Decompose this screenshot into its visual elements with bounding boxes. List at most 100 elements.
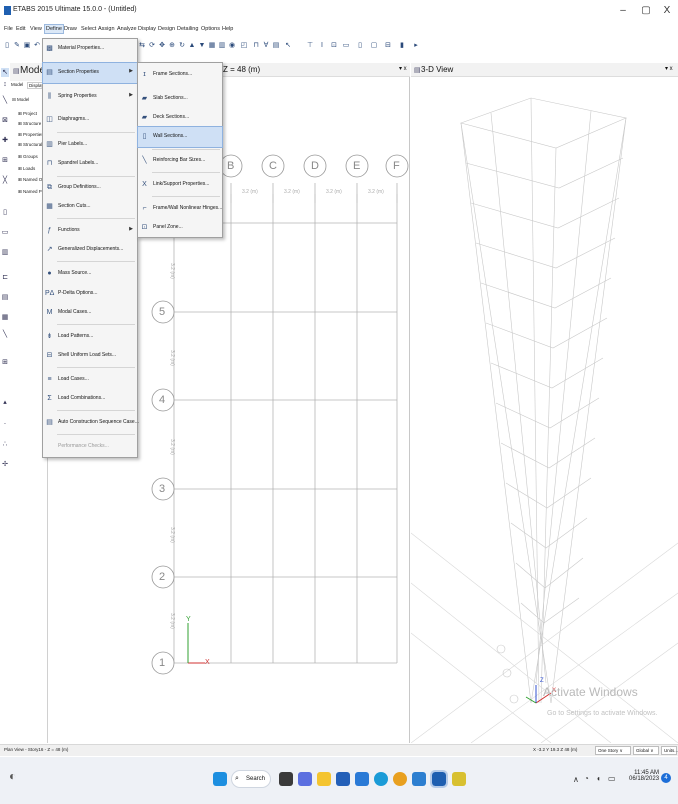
view-options-icon[interactable]: ◰: [240, 41, 248, 50]
draw-dimension-icon[interactable]: ▮: [398, 41, 406, 50]
redo-icon[interactable]: ⇆: [138, 41, 146, 50]
crosshair-tool-icon[interactable]: ✚: [1, 136, 9, 145]
menu-item-spring-properties[interactable]: ⫼ Spring Properties ▶: [43, 87, 137, 107]
draw-slab-icon[interactable]: ▭: [342, 41, 350, 50]
cross-tool-icon[interactable]: ╳: [1, 176, 9, 185]
fem-icon[interactable]: ∀: [262, 41, 270, 50]
submenu-item-deck-sections[interactable]: ▰ Deck Sections...: [138, 108, 222, 128]
draw-wall-icon[interactable]: ▯: [356, 41, 364, 50]
plan-icon[interactable]: ▦: [208, 41, 216, 50]
rotate-icon[interactable]: ↻: [178, 41, 186, 50]
menu-item-generalized-displacements[interactable]: ↗ Generalized Displacements...: [43, 240, 137, 260]
menu-options[interactable]: Options: [200, 25, 221, 33]
reshape-tool-icon[interactable]: ↕: [1, 80, 9, 89]
snap3-icon[interactable]: ✢: [1, 460, 9, 469]
submenu-item-reinforcing-bar-sizes[interactable]: ╲ Reinforcing Bar Sizes...: [138, 151, 222, 171]
menu-item-section-properties[interactable]: ▤ Section Properties ▶: [42, 62, 138, 84]
draw-reference-icon[interactable]: ▸: [412, 41, 420, 50]
edge-browser-icon[interactable]: [374, 772, 388, 786]
widgets-icon[interactable]: [298, 772, 312, 786]
tree-item[interactable]: ⊞ Groups: [18, 154, 38, 160]
grid-tool-icon[interactable]: ⊞: [1, 156, 9, 165]
submenu-item-link-support-properties[interactable]: X Link/Support Properties...: [138, 175, 222, 195]
open-icon[interactable]: ✎: [13, 41, 21, 50]
new-model-icon[interactable]: ▯: [3, 41, 11, 50]
tree-item[interactable]: ⊞ Structural: [18, 142, 42, 148]
menu-item-mass-source[interactable]: ● Mass Source...: [43, 264, 137, 284]
submenu-item-frame-wall-hinges[interactable]: ⌐ Frame/Wall Nonlinear Hinges...: [138, 199, 222, 219]
zoom-icon[interactable]: ⊕: [168, 41, 176, 50]
menu-draw[interactable]: Draw: [63, 25, 78, 33]
weather-icon[interactable]: ◐: [9, 769, 16, 783]
menu-item-material-properties[interactable]: ▩ Material Properties...: [43, 39, 137, 59]
tab-model[interactable]: Model: [11, 82, 23, 87]
taskbar-clock[interactable]: 11:45 AM 06/18/2023: [629, 770, 659, 782]
submenu-item-slab-sections[interactable]: ▰ Slab Sections...: [138, 89, 222, 109]
menu-item-spandrel-labels[interactable]: ⊓ Spandrel Labels...: [43, 154, 137, 174]
point-tool-icon[interactable]: ▴: [1, 398, 9, 407]
menu-item-load-cases[interactable]: ≡ Load Cases...: [43, 370, 137, 390]
menu-design[interactable]: Design: [157, 25, 176, 33]
volume-icon[interactable]: ◖: [596, 774, 601, 783]
menu-edit[interactable]: Edit: [15, 25, 26, 33]
pan-icon[interactable]: ✥: [158, 41, 166, 50]
menu-item-diaphragms[interactable]: ◫ Diaphragms...: [43, 110, 137, 130]
3d-view-panel[interactable]: ▤ 3-D View ▾ x X Z: [411, 63, 678, 743]
table-tool-icon[interactable]: ⊞: [1, 358, 9, 367]
task-view-icon[interactable]: [279, 772, 293, 786]
snap2-icon[interactable]: ∴: [1, 440, 9, 449]
menu-item-section-cuts[interactable]: ▦ Section Cuts...: [43, 197, 137, 217]
draw-brace-icon[interactable]: ⊡: [330, 41, 338, 50]
select-pointer-icon[interactable]: ↖: [284, 41, 292, 50]
restore-button[interactable]: ▢: [637, 4, 655, 18]
refresh-icon[interactable]: ⟳: [148, 41, 156, 50]
store-icon[interactable]: [336, 772, 350, 786]
rect-tool-icon[interactable]: ▭: [1, 228, 9, 237]
spandrel-tool-icon[interactable]: ▦: [1, 313, 9, 322]
tree-item[interactable]: ⊟ Model: [12, 97, 29, 103]
etabs-taskbar-icon[interactable]: [430, 770, 448, 788]
frame-draw-icon[interactable]: ⊓: [252, 41, 260, 50]
menu-display[interactable]: Display: [137, 25, 157, 33]
line-tool-icon[interactable]: ╲: [1, 96, 9, 105]
story-select[interactable]: One Story ∨: [595, 746, 631, 755]
menu-item-pdelta-options[interactable]: PΔ P-Delta Options...: [43, 284, 137, 304]
up-story-icon[interactable]: ▲: [188, 41, 196, 50]
minimize-button[interactable]: –: [614, 4, 632, 18]
tree-item[interactable]: ⊞ Structure: [18, 121, 41, 127]
draw-beam-icon[interactable]: ⊤: [306, 41, 314, 50]
pier-tool-icon[interactable]: ▤: [1, 293, 9, 302]
draw-column-icon[interactable]: I: [318, 41, 326, 50]
menu-analyze[interactable]: Analyze: [116, 25, 138, 33]
elevation-icon[interactable]: ▥: [218, 41, 226, 50]
calculator-icon[interactable]: [412, 772, 426, 786]
save-icon[interactable]: ▣: [23, 41, 31, 50]
pointer-tool-icon[interactable]: ↖: [1, 68, 9, 77]
tree-item[interactable]: ⊞ Named O: [18, 177, 42, 183]
submenu-item-panel-zone[interactable]: ⊡ Panel Zone...: [138, 218, 222, 238]
hook-tool-icon[interactable]: ⊏: [1, 273, 9, 282]
draw-opening-icon[interactable]: ▢: [370, 41, 378, 50]
snap1-icon[interactable]: ⋅: [1, 420, 9, 429]
coordinate-system-select[interactable]: Global ∨: [633, 746, 659, 755]
menu-item-auto-construction-sequence[interactable]: ▤ Auto Construction Sequence Case...: [43, 413, 139, 433]
menu-detailing[interactable]: Detailing: [176, 25, 199, 33]
draw-pier-icon[interactable]: ⊟: [384, 41, 392, 50]
submenu-item-wall-sections[interactable]: ▯ Wall Sections...: [137, 126, 223, 148]
menu-item-shell-uniform-load-sets[interactable]: ⊟ Shell Uniform Load Sets...: [43, 346, 137, 366]
notes-icon[interactable]: [452, 772, 466, 786]
units-button[interactable]: Units...: [661, 746, 678, 755]
chart-icon[interactable]: ▤: [272, 41, 280, 50]
area-tool-icon[interactable]: ▯: [1, 208, 9, 217]
menu-item-load-combinations[interactable]: Σ Load Combinations...: [43, 389, 137, 409]
slash-tool-icon[interactable]: ╲: [1, 330, 9, 339]
box-tool-icon[interactable]: ⊠: [1, 116, 9, 125]
menu-select[interactable]: Select: [80, 25, 97, 33]
down-story-icon[interactable]: ▼: [198, 41, 206, 50]
wall-tool-icon[interactable]: ▥: [1, 248, 9, 257]
mail-icon[interactable]: [355, 772, 369, 786]
close-button[interactable]: X: [658, 4, 676, 18]
menu-define[interactable]: Define: [44, 24, 64, 34]
menu-file[interactable]: File: [3, 25, 14, 33]
submenu-item-frame-sections[interactable]: ɪ Frame Sections...: [138, 65, 222, 85]
